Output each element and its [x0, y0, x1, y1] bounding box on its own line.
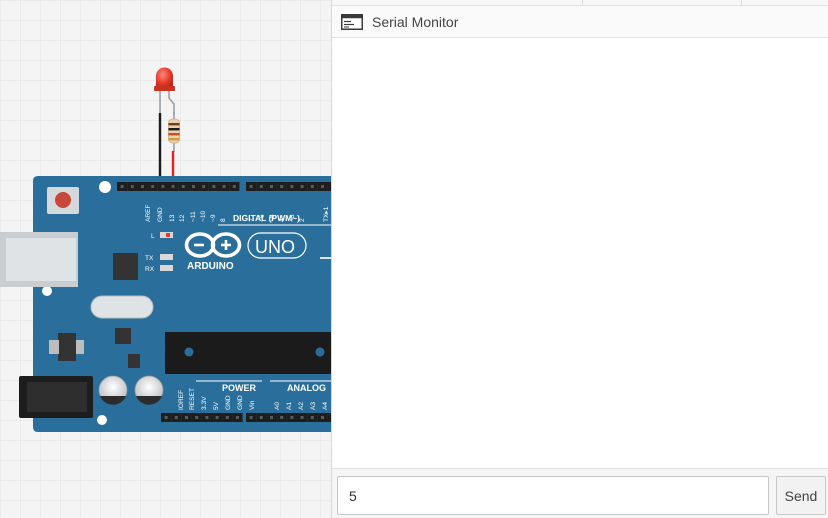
pin-label: AREF [145, 204, 152, 222]
pin-label: 5V [213, 401, 220, 410]
serial-input-bar: Send [332, 468, 828, 518]
pin-socket [222, 185, 226, 188]
pin-socket [249, 416, 253, 419]
pin-label: Vin [249, 400, 256, 410]
digital-header-label: DIGITAL (PWM~) [233, 213, 300, 223]
circuit-canvas[interactable]: AREF GND 13 12 ~11 ~10 ~9 8 7 ~6 ~5 4 ~3 2 TX▸1 IOREF R… [0, 0, 331, 518]
pin-label: A1 [286, 402, 293, 410]
led-label-rx: RX [145, 266, 155, 273]
power-label: POWER [222, 383, 257, 393]
serial-monitor-header[interactable]: Serial Monitor [332, 6, 828, 38]
circuit-drawing: AREF GND 13 12 ~11 ~10 ~9 8 7 ~6 ~5 4 ~3 2 TX▸1 IOREF R… [0, 67, 331, 432]
pin-socket [212, 185, 216, 188]
pin-label: ~9 [210, 214, 217, 222]
pin-socket [181, 185, 185, 188]
pin-socket [185, 416, 188, 419]
led-label-tx: TX [145, 255, 154, 262]
pin-label: A2 [298, 402, 305, 410]
pin-label: 13 [169, 214, 176, 222]
pin-socket [225, 416, 229, 419]
pin-label: RESET [189, 388, 196, 410]
serial-monitor-title: Serial Monitor [372, 13, 459, 30]
pin-socket [259, 185, 263, 188]
pin-socket [120, 185, 124, 188]
pin-label: A4 [322, 402, 329, 410]
pin-label: A3 [310, 402, 317, 410]
pin-socket [310, 185, 314, 188]
pin-socket [310, 416, 314, 419]
pin-socket [171, 185, 175, 188]
pin-label: GND [225, 395, 232, 410]
power-pin-header[interactable] [161, 413, 243, 422]
pin-label: A0 [274, 402, 281, 410]
pin-socket [232, 185, 236, 188]
monitor-window-icon [341, 13, 363, 30]
pin-socket [321, 416, 324, 419]
pin-label: 8 [220, 218, 227, 222]
pin-socket [300, 416, 304, 419]
pin-socket [249, 185, 253, 188]
analog-pin-header[interactable] [246, 413, 331, 422]
analog-label: ANALOG [287, 383, 326, 393]
pin-socket [130, 185, 134, 188]
serial-monitor-panel: Serial Monitor Send [331, 0, 828, 518]
pin-socket [141, 185, 144, 188]
pin-socket [195, 416, 199, 419]
pin-socket [174, 416, 178, 419]
pin-label: ~10 [200, 210, 207, 222]
pin-socket [259, 416, 263, 419]
pin-socket [192, 185, 195, 188]
reset-button [47, 187, 79, 214]
uno-model-text: UNO [255, 237, 295, 257]
pin-label: GND [157, 207, 164, 222]
pin-label: 2 [299, 218, 306, 222]
serial-input-field[interactable] [337, 476, 769, 515]
pin-socket [151, 185, 155, 188]
pin-socket [205, 416, 209, 419]
pin-label: 12 [179, 214, 186, 222]
send-button[interactable]: Send [776, 476, 826, 515]
pin-label: ~11 [190, 211, 197, 222]
pin-socket [290, 416, 294, 419]
pin-socket [290, 185, 294, 188]
power-jack [19, 376, 93, 418]
pin-label: 3.3V [201, 396, 208, 410]
pin-socket [215, 416, 219, 419]
pin-label: GND [237, 395, 244, 410]
pin-socket [270, 185, 273, 188]
red-led[interactable] [154, 67, 175, 115]
pin-label: IOREF [178, 390, 185, 410]
digital-pin-header[interactable] [117, 182, 331, 191]
pin-socket [161, 185, 165, 188]
crystal-oscillator [90, 295, 154, 319]
pin-socket [270, 416, 273, 419]
pin-socket [280, 185, 284, 188]
serial-output-area[interactable] [332, 38, 828, 468]
atmega-chip [165, 332, 331, 374]
pin-socket [202, 185, 206, 188]
resistor[interactable] [168, 112, 180, 152]
usb-port [0, 232, 78, 287]
pin-socket [321, 185, 324, 188]
led-label-l: L [151, 233, 155, 240]
arduino-logo-text: ARDUINO [187, 261, 234, 272]
pin-socket [164, 416, 168, 419]
pin-socket [236, 416, 239, 419]
pin-socket [280, 416, 284, 419]
pin-socket [300, 185, 304, 188]
pin-label: TX▸1 [323, 206, 330, 222]
